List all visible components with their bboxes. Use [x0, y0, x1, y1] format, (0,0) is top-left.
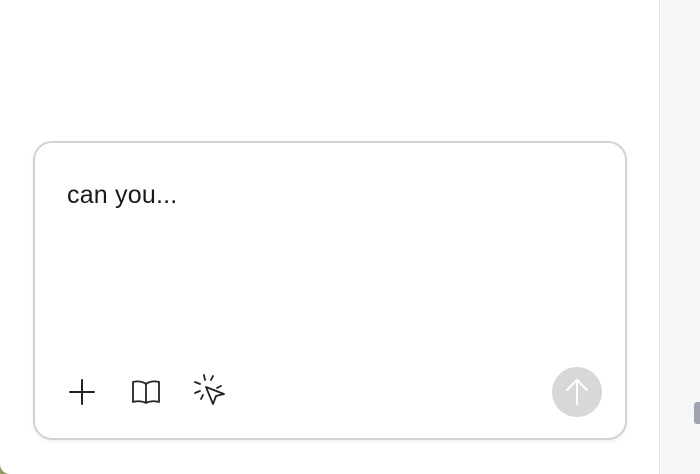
side-panel-glyph: [694, 402, 700, 424]
book-icon: [132, 380, 160, 404]
browser-use-button[interactable]: [190, 372, 230, 412]
prompt-composer[interactable]: can you...: [33, 141, 627, 440]
send-button[interactable]: [552, 367, 602, 417]
add-attachment-button[interactable]: [62, 372, 102, 412]
library-button[interactable]: [126, 372, 166, 412]
plus-icon: [69, 379, 95, 405]
prompt-input[interactable]: can you...: [67, 181, 177, 210]
sparkle-pointer-icon: [194, 374, 225, 405]
arrow-up-icon: [566, 379, 588, 405]
